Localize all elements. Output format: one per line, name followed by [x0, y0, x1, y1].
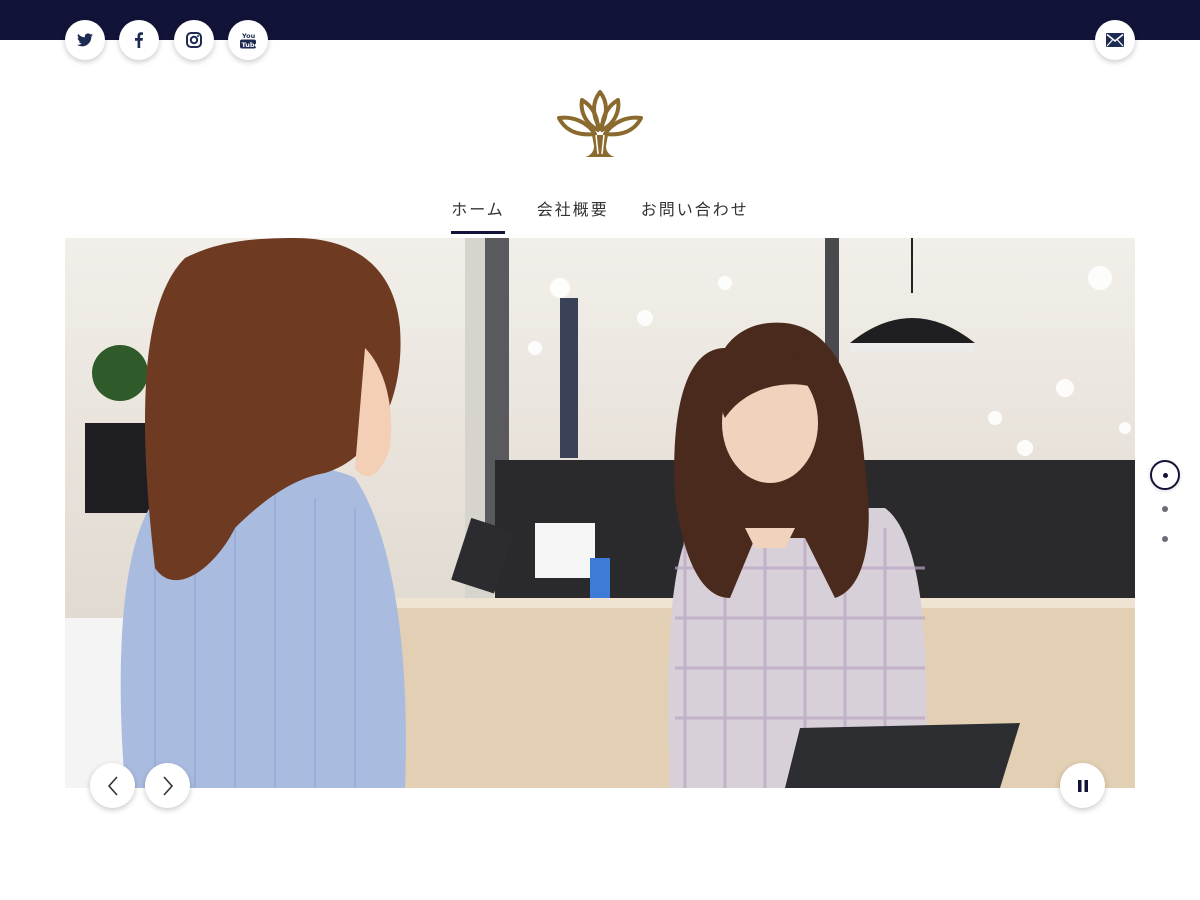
- slider-pause-button[interactable]: [1060, 763, 1105, 808]
- svg-text:You: You: [241, 32, 256, 40]
- facebook-icon: [135, 32, 143, 48]
- youtube-icon: You Tube: [240, 32, 257, 49]
- slider-prev-button[interactable]: [90, 763, 135, 808]
- instagram-icon: [186, 32, 202, 48]
- twitter-icon: [77, 33, 93, 47]
- nav-item-company[interactable]: 会社概要: [537, 196, 609, 234]
- hero-slide-image: [65, 238, 1135, 788]
- slider-next-button[interactable]: [145, 763, 190, 808]
- twitter-button[interactable]: [65, 20, 105, 60]
- site-logo[interactable]: [555, 88, 645, 160]
- slide-dot-2[interactable]: [1162, 506, 1168, 512]
- instagram-button[interactable]: [174, 20, 214, 60]
- slide-dot-3[interactable]: [1162, 536, 1168, 542]
- chevron-right-icon: [162, 775, 173, 796]
- youtube-button[interactable]: You Tube: [228, 20, 268, 60]
- chevron-left-icon: [107, 775, 118, 796]
- pause-icon: [1077, 779, 1088, 792]
- nav-item-home[interactable]: ホーム: [451, 196, 505, 234]
- main-nav: ホーム 会社概要 お問い合わせ: [0, 196, 1200, 234]
- nav-item-contact[interactable]: お問い合わせ: [641, 196, 749, 234]
- slide-dot-1[interactable]: [1150, 460, 1180, 490]
- lotus-logo-icon: [557, 90, 643, 157]
- mail-button[interactable]: [1095, 20, 1135, 60]
- svg-text:Tube: Tube: [242, 41, 257, 49]
- facebook-button[interactable]: [119, 20, 159, 60]
- mail-icon: [1106, 33, 1124, 47]
